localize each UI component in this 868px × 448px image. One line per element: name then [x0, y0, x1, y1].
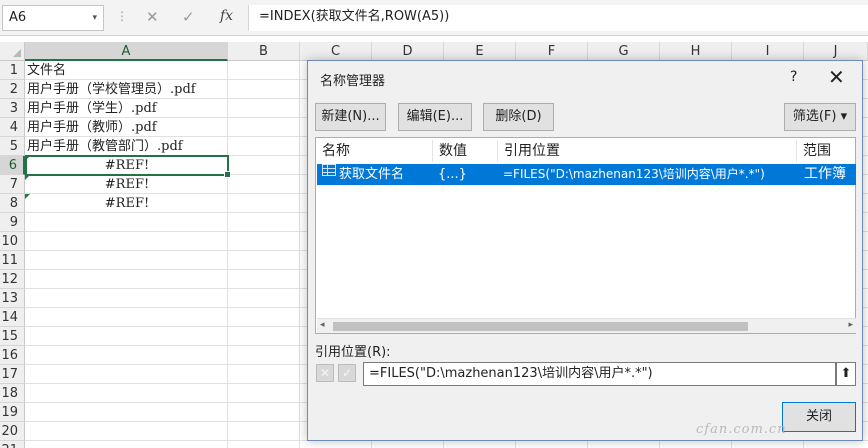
- scope-cell: 工作簿: [804, 166, 846, 182]
- scroll-left-icon[interactable]: ◂: [320, 320, 325, 330]
- row-header[interactable]: 11: [0, 251, 25, 270]
- horizontal-scrollbar[interactable]: ◂ ▸: [317, 318, 856, 333]
- cell-a8-value: #REF!: [104, 196, 150, 211]
- cancel-ref-icon[interactable]: ✕: [316, 364, 334, 382]
- column-header-scope[interactable]: 范围: [797, 140, 855, 162]
- column-header-g[interactable]: G: [588, 42, 660, 61]
- column-header-j[interactable]: J: [804, 42, 868, 61]
- cancel-entry-icon[interactable]: ✕: [146, 8, 159, 26]
- cell-a7[interactable]: #REF!: [25, 175, 227, 194]
- row-header[interactable]: 1: [0, 61, 25, 80]
- delete-button[interactable]: 删除(D): [483, 103, 554, 131]
- row-header[interactable]: 12: [0, 270, 25, 289]
- row-header[interactable]: 9: [0, 213, 25, 232]
- value-cell: {...}: [438, 167, 467, 182]
- row-header[interactable]: 6: [0, 156, 25, 175]
- cell-a2[interactable]: 用户手册（学校管理员）.pdf: [27, 80, 227, 99]
- cell-a8[interactable]: #REF!: [25, 194, 227, 213]
- dialog-title: 名称管理器: [320, 74, 386, 89]
- edit-button[interactable]: 编辑(E)...: [398, 103, 472, 131]
- column-header-i[interactable]: I: [732, 42, 804, 61]
- scroll-right-icon[interactable]: ▸: [848, 320, 853, 330]
- table-icon: [322, 164, 336, 176]
- collapse-dialog-icon[interactable]: ⬆: [836, 362, 856, 386]
- insert-function-icon[interactable]: fx: [220, 8, 233, 24]
- column-header-value[interactable]: 数值: [433, 140, 498, 162]
- row-header[interactable]: 18: [0, 384, 25, 403]
- refers-to-cell: =FILES("D:\mazhenan123\培训内容\用户*.*"): [503, 167, 765, 181]
- row-header[interactable]: 2: [0, 80, 25, 99]
- error-indicator-icon: [25, 194, 30, 199]
- column-header-b[interactable]: B: [228, 42, 300, 61]
- help-icon[interactable]: ?: [790, 69, 797, 85]
- row-header[interactable]: 16: [0, 346, 25, 365]
- refers-to-label: 引用位置(R):: [315, 345, 391, 360]
- column-header-a[interactable]: A: [25, 42, 228, 61]
- row-header[interactable]: 13: [0, 289, 25, 308]
- watermark: cfan.com.cn: [696, 422, 787, 437]
- column-header-c[interactable]: C: [300, 42, 372, 61]
- column-header-e[interactable]: E: [444, 42, 516, 61]
- cell-a1[interactable]: 文件名: [27, 61, 227, 80]
- names-list[interactable]: 名称 数值 引用位置 范围 获取文件名 {...} =FILES("D:\maz…: [315, 137, 856, 334]
- close-button[interactable]: 关闭: [782, 402, 856, 432]
- gridline: [299, 61, 300, 448]
- gridline: [227, 61, 228, 448]
- formula-bar-separator-icon: ⋮: [116, 9, 128, 23]
- row-header[interactable]: 7: [0, 175, 25, 194]
- name-manager-dialog: 名称管理器 ? ✕ 新建(N)... 编辑(E)... 删除(D) 筛选(F) …: [307, 60, 863, 441]
- row-header[interactable]: 15: [0, 327, 25, 346]
- column-header-d[interactable]: D: [372, 42, 444, 61]
- confirm-ref-icon[interactable]: ✓: [338, 364, 356, 382]
- scrollbar-thumb[interactable]: [333, 322, 748, 331]
- cell-a3[interactable]: 用户手册（学生）.pdf: [27, 99, 227, 118]
- row-header[interactable]: 4: [0, 118, 25, 137]
- close-icon[interactable]: ✕: [828, 65, 845, 89]
- filter-button[interactable]: 筛选(F) ▾: [784, 103, 856, 131]
- name-box[interactable]: A6 ▾: [2, 5, 104, 31]
- row-header[interactable]: 21: [0, 441, 25, 448]
- column-header-f[interactable]: F: [516, 42, 588, 61]
- column-header-name[interactable]: 名称: [316, 140, 433, 162]
- name-cell: 获取文件名: [339, 167, 405, 182]
- enter-icon[interactable]: ✓: [182, 8, 195, 26]
- cell-a5[interactable]: 用户手册（教管部门）.pdf: [27, 137, 227, 156]
- row-header[interactable]: 3: [0, 99, 25, 118]
- list-item[interactable]: 获取文件名 {...} =FILES("D:\mazhenan123\培训内容\…: [317, 164, 856, 185]
- row-header[interactable]: 14: [0, 308, 25, 327]
- row-header[interactable]: 8: [0, 194, 25, 213]
- formula-input[interactable]: =INDEX(获取文件名,ROW(A5)): [248, 5, 868, 31]
- name-box-value: A6: [9, 10, 27, 25]
- cell-a7-value: #REF!: [104, 177, 150, 192]
- cell-a4[interactable]: 用户手册（教师）.pdf: [27, 118, 227, 137]
- active-cell-outline: [25, 155, 231, 178]
- new-button[interactable]: 新建(N)...: [315, 103, 386, 131]
- row-header[interactable]: 19: [0, 403, 25, 422]
- row-header[interactable]: 5: [0, 137, 25, 156]
- column-header-refers-to[interactable]: 引用位置: [498, 140, 797, 162]
- row-header[interactable]: 17: [0, 365, 25, 384]
- row-header[interactable]: 10: [0, 232, 25, 251]
- name-box-dropdown-icon[interactable]: ▾: [92, 6, 97, 30]
- column-header-h[interactable]: H: [660, 42, 732, 61]
- refers-to-input[interactable]: =FILES("D:\mazhenan123\培训内容\用户*.*"): [363, 362, 836, 386]
- select-all-button[interactable]: [0, 42, 25, 61]
- formula-bar: A6 ▾ ⋮ ✕ ✓ fx =INDEX(获取文件名,ROW(A5)): [0, 0, 868, 36]
- row-header[interactable]: 20: [0, 422, 25, 441]
